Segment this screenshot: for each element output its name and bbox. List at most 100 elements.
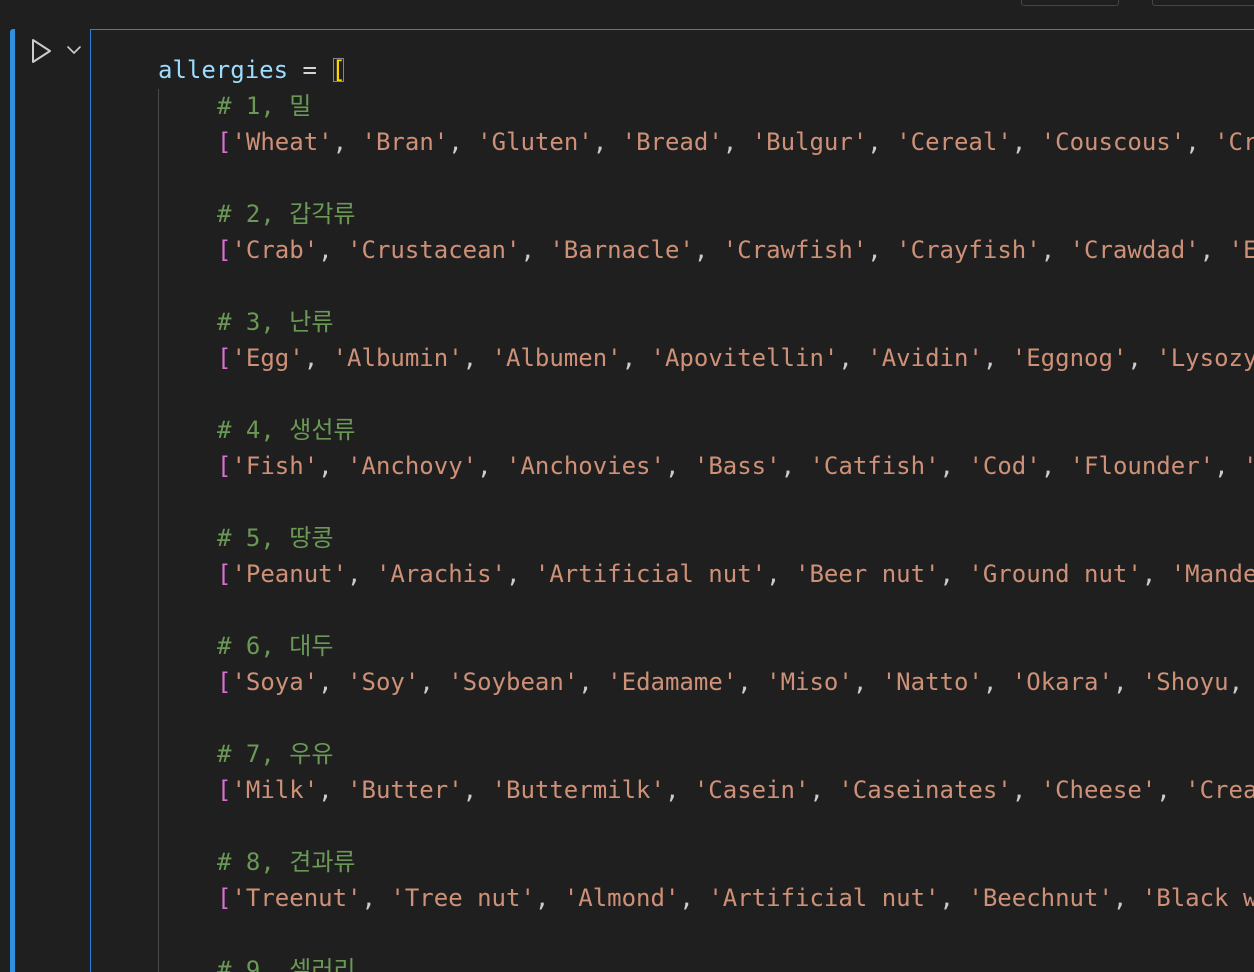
list-line: ['Peanut', 'Arachis', 'Artificial nut', … (217, 556, 1254, 592)
list-separator: , (809, 776, 839, 804)
group-comment: # 8, 견과류 (217, 848, 356, 876)
list-separator: , (1156, 776, 1186, 804)
string-item: 'Crustacean' (347, 236, 521, 264)
string-item: 'Okara' (1011, 668, 1113, 696)
string-item: 'Crea (1185, 776, 1254, 804)
list-separator: , (1011, 776, 1041, 804)
list-separator: , (693, 236, 723, 264)
string-item: 'Arachis' (375, 560, 506, 588)
string-item: 'Gluten' (477, 128, 593, 156)
string-item: 'Butter' (347, 776, 463, 804)
list-line: ['Wheat', 'Bran', 'Gluten', 'Bread', 'Bu… (217, 124, 1254, 160)
string-item: 'Avidin' (867, 344, 983, 372)
list-line: ['Soya', 'Soy', 'Soybean', 'Edamame', 'M… (217, 664, 1243, 700)
string-item: 'Soybean' (448, 668, 579, 696)
indent-guide (158, 89, 159, 972)
list-separator: , (1228, 668, 1244, 696)
list-separator: , (332, 128, 362, 156)
list-separator: , (1040, 452, 1070, 480)
notebook-view: allergies = [ # 1, 밀 ['Wheat', 'Bran', 'G… (0, 0, 1254, 972)
string-item: 'Lysozy (1156, 344, 1254, 372)
comment-line: # 9, 셀러리 (217, 952, 356, 972)
outer-open-bracket: [ (331, 56, 346, 84)
group-comment: # 6, 대두 (217, 632, 334, 660)
string-item: 'Artificial nut' (534, 560, 767, 588)
list-separator: , (867, 128, 897, 156)
toolbar-button[interactable] (1152, 0, 1254, 6)
list-separator: , (1199, 236, 1229, 264)
string-item: 'Couscous' (1040, 128, 1186, 156)
string-item: 'Bulgur' (751, 128, 868, 156)
string-item: ' (1243, 452, 1254, 480)
list-line: ['Crab', 'Crustacean', 'Barnacle', 'Craw… (217, 232, 1254, 268)
list-separator: , (982, 344, 1012, 372)
string-item: 'Mande (1170, 560, 1254, 588)
string-item: 'Cod' (968, 452, 1041, 480)
string-item: 'Tree nut' (390, 884, 535, 912)
list-separator: , (867, 236, 897, 264)
list-line: ['Egg', 'Albumin', 'Albumen', 'Apovitell… (217, 340, 1254, 376)
string-item: 'Albumin' (332, 344, 463, 372)
list-separator: , (347, 560, 376, 588)
string-item: 'Buttermilk' (491, 776, 665, 804)
list-separator: , (506, 560, 535, 588)
list-open-bracket: [ (217, 344, 232, 372)
string-item: 'Crawfish' (722, 236, 868, 264)
string-item: 'Bran' (361, 128, 449, 156)
assign-operator: = (288, 56, 332, 84)
play-icon (32, 39, 51, 63)
string-item: 'Crab' (231, 236, 319, 264)
string-item: 'Catfish' (809, 452, 940, 480)
list-separator: , (939, 884, 969, 912)
string-item: 'Peanut' (231, 560, 348, 588)
string-item: 'Casein' (693, 776, 810, 804)
list-separator: , (477, 452, 507, 480)
string-item: 'E (1228, 236, 1254, 264)
string-item: 'Anchovy' (347, 452, 478, 480)
toolbar-strip (0, 0, 1254, 28)
string-item: 'Ground nut' (968, 560, 1142, 588)
group-comment: # 1, 밀 (217, 92, 312, 120)
code-cell-editor[interactable]: allergies = [ # 1, 밀 ['Wheat', 'Bran', 'G… (90, 29, 1254, 972)
run-cell-button[interactable] (27, 36, 57, 66)
list-separator: , (448, 128, 478, 156)
list-separator: , (780, 452, 810, 480)
string-item: 'Cr (1214, 128, 1254, 156)
list-separator: , (318, 668, 348, 696)
comment-line: # 1, 밀 (217, 88, 311, 124)
list-separator: , (1112, 884, 1142, 912)
list-line: ['Milk', 'Butter', 'Buttermilk', 'Casein… (217, 772, 1254, 808)
comment-line: # 3, 난류 (217, 304, 333, 340)
string-item: 'Flounder' (1069, 452, 1215, 480)
string-item: 'Natto' (881, 668, 983, 696)
string-item: 'Barnacle' (549, 236, 694, 264)
list-separator: , (939, 452, 969, 480)
list-separator: , (838, 344, 868, 372)
string-item: 'Black w (1141, 884, 1254, 912)
toolbar-button[interactable] (1021, 0, 1119, 6)
list-separator: , (737, 668, 767, 696)
list-separator: , (1112, 668, 1142, 696)
list-separator: , (1011, 128, 1041, 156)
code-area[interactable]: allergies = [ # 1, 밀 ['Wheat', 'Bran', 'G… (91, 30, 1254, 972)
list-separator: , (318, 776, 348, 804)
list-separator: , (592, 128, 622, 156)
list-open-bracket: [ (217, 884, 232, 912)
string-item: 'Cheese' (1040, 776, 1157, 804)
list-separator: , (1214, 452, 1243, 480)
string-item: 'Artificial nut' (708, 884, 940, 912)
list-line: ['Treenut', 'Tree nut', 'Almond', 'Artif… (217, 880, 1254, 916)
list-open-bracket: [ (217, 668, 232, 696)
list-open-bracket: [ (217, 452, 232, 480)
string-item: 'Bass' (693, 452, 781, 480)
cell-options-button[interactable] (64, 40, 84, 60)
string-item: 'Albumen' (491, 344, 622, 372)
list-separator: , (578, 668, 608, 696)
list-separator: , (852, 668, 882, 696)
list-separator: , (722, 128, 752, 156)
string-item: 'Wheat' (231, 128, 333, 156)
list-open-bracket: [ (217, 236, 232, 264)
chevron-down-icon (67, 46, 81, 54)
string-item: 'Miso' (766, 668, 853, 696)
string-item: 'Eggnog' (1011, 344, 1128, 372)
